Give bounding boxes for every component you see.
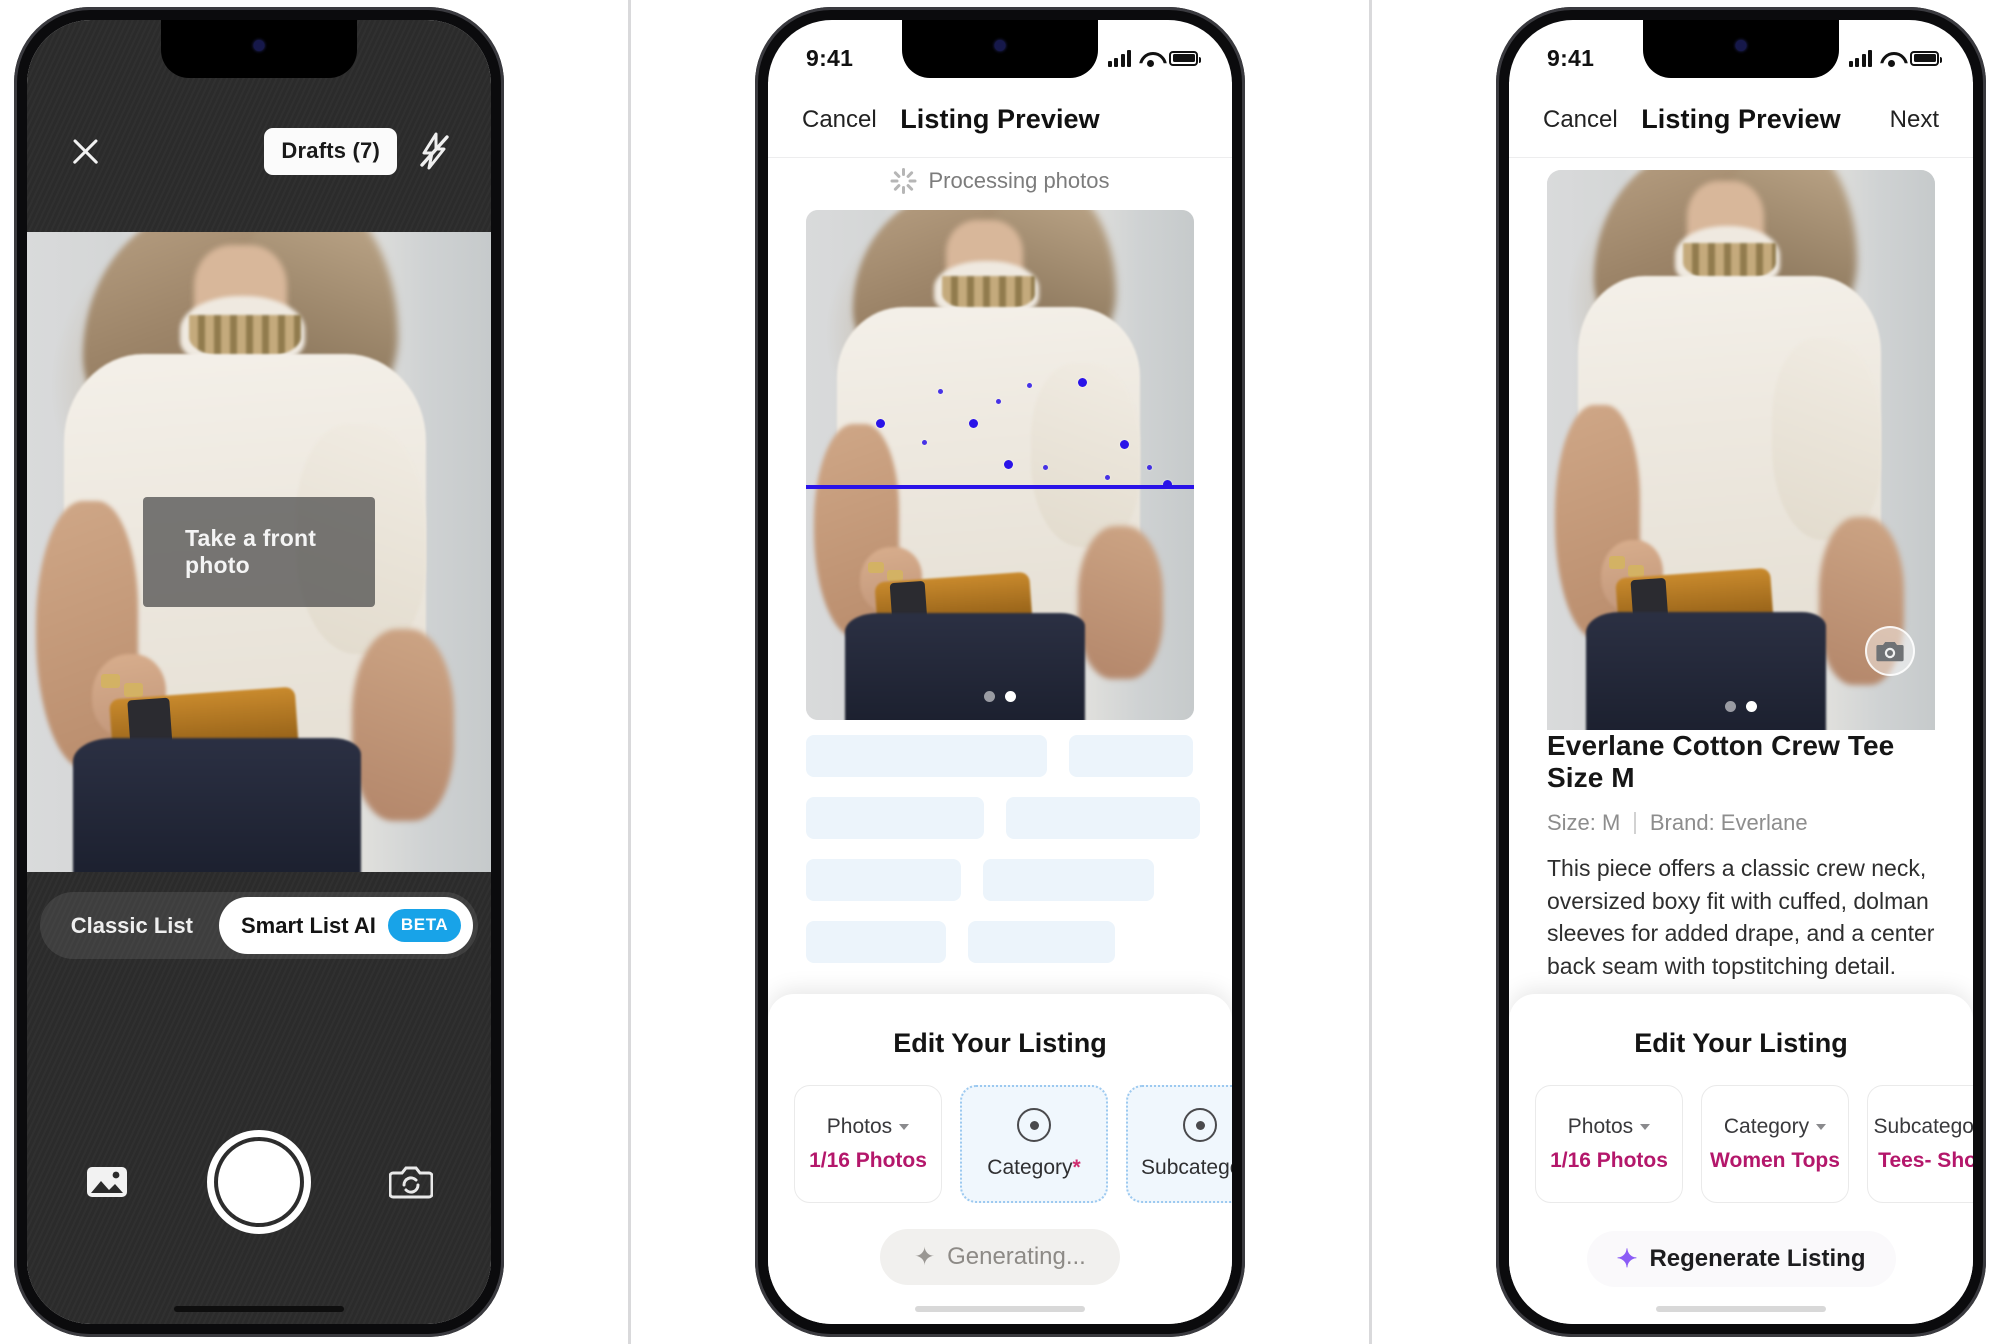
status-time: 9:41 bbox=[1547, 44, 1595, 71]
device-notch bbox=[1643, 20, 1839, 78]
nav-bar-2: Cancel Listing Preview bbox=[768, 82, 1232, 158]
flash-off-icon[interactable] bbox=[417, 132, 451, 170]
device-notch bbox=[161, 20, 357, 78]
shutter-button[interactable] bbox=[207, 1130, 311, 1234]
drafts-button[interactable]: Drafts (7) bbox=[264, 127, 397, 175]
generating-label: Generating... bbox=[947, 1243, 1086, 1270]
chip-subcategory[interactable]: Subcategory Tees- Short.. bbox=[1867, 1085, 1973, 1203]
chevron-down-icon bbox=[1816, 1123, 1827, 1130]
camera-flip-icon[interactable] bbox=[389, 1162, 433, 1202]
regenerate-listing-button[interactable]: ✦ Regenerate Listing bbox=[1585, 1229, 1898, 1289]
camera-controls bbox=[27, 1130, 491, 1234]
close-x-icon[interactable] bbox=[67, 133, 103, 169]
smart-list-ai-option[interactable]: Smart List AI BETA bbox=[218, 897, 474, 954]
home-indicator bbox=[915, 1306, 1085, 1312]
list-mode-toggle[interactable]: Classic List Smart List AI BETA bbox=[27, 892, 491, 959]
home-indicator bbox=[1656, 1306, 1826, 1312]
listing-photo bbox=[806, 210, 1194, 720]
generating-button: ✦ Generating... bbox=[880, 1229, 1120, 1285]
processing-label: Processing photos bbox=[928, 168, 1110, 193]
camera-viewfinder[interactable]: Take a front photo bbox=[27, 232, 491, 872]
camera-icon[interactable] bbox=[1865, 626, 1915, 676]
carousel-dots[interactable] bbox=[984, 691, 1016, 702]
sheet-title: Edit Your Listing bbox=[893, 1028, 1107, 1058]
panel-divider-1 bbox=[628, 0, 631, 1344]
chip-photos-label: Photos bbox=[826, 1114, 893, 1138]
chip-category-value: Women Tops bbox=[1710, 1148, 1840, 1172]
battery-icon bbox=[1169, 50, 1201, 66]
meta-divider bbox=[1634, 812, 1636, 834]
beta-badge: BETA bbox=[387, 909, 462, 942]
nav-bar-3: Cancel Listing Preview Next bbox=[1509, 82, 1973, 158]
carousel-dots[interactable] bbox=[1725, 701, 1757, 712]
sparkle-icon: ✦ bbox=[1616, 1244, 1638, 1273]
classic-list-option[interactable]: Classic List bbox=[45, 901, 219, 951]
photo-carousel-3[interactable] bbox=[1547, 170, 1935, 730]
gallery-icon[interactable] bbox=[85, 1162, 129, 1202]
chip-category[interactable]: Category* bbox=[960, 1085, 1108, 1203]
status-time: 9:41 bbox=[806, 44, 854, 71]
chip-subcategory-value: Tees- Short.. bbox=[1878, 1148, 1973, 1172]
panel-divider-2 bbox=[1369, 0, 1372, 1344]
chip-photos-value: 1/16 Photos bbox=[1550, 1148, 1668, 1172]
wifi-icon bbox=[1139, 50, 1161, 67]
listing-brand: Brand: Everlane bbox=[1649, 810, 1808, 835]
cellular-signal-icon bbox=[1107, 49, 1131, 67]
chevron-down-icon bbox=[899, 1123, 910, 1130]
sheet-title: Edit Your Listing bbox=[1634, 1028, 1848, 1058]
chip-photos[interactable]: Photos 1/16 Photos bbox=[1535, 1085, 1683, 1203]
target-icon bbox=[1183, 1108, 1217, 1142]
listing-meta: Size: M Brand: Everlane bbox=[1547, 810, 1935, 836]
attribute-chip-row[interactable]: Photos 1/16 Photos Category Women Tops S… bbox=[1509, 1085, 1973, 1203]
chip-category-label: Category bbox=[1723, 1114, 1810, 1138]
cancel-button[interactable]: Cancel bbox=[1543, 106, 1631, 134]
take-front-photo-prompt: Take a front photo bbox=[143, 497, 375, 607]
edit-listing-sheet-3: Edit Your Listing Photos 1/16 Photos Cat… bbox=[1509, 994, 1973, 1324]
listing-title: Everlane Cotton Crew Tee Size M bbox=[1547, 730, 1895, 793]
listing-size: Size: M bbox=[1547, 810, 1621, 835]
listing-description: This piece offers a classic crew neck, o… bbox=[1547, 852, 1935, 1006]
phone-2-processing: 9:41 Cancel Listing Preview Processing p… bbox=[755, 7, 1245, 1337]
battery-icon bbox=[1910, 50, 1942, 66]
next-button[interactable]: Next bbox=[1851, 106, 1939, 134]
chip-subcategory-label: Subcategory bbox=[1141, 1156, 1232, 1179]
regenerate-label: Regenerate Listing bbox=[1649, 1245, 1866, 1272]
phone-1-camera: Take a front photo Drafts (7) Classic Li… bbox=[14, 7, 504, 1337]
chip-photos-value: 1/16 Photos bbox=[809, 1148, 927, 1172]
smart-list-ai-label: Smart List AI bbox=[240, 912, 376, 938]
chevron-down-icon bbox=[1640, 1123, 1651, 1130]
photo-carousel-2[interactable] bbox=[806, 210, 1194, 720]
wifi-icon bbox=[1880, 50, 1902, 67]
page-title: Listing Preview bbox=[1641, 104, 1841, 134]
edit-listing-sheet-2: Edit Your Listing Photos 1/16 Photos Cat… bbox=[768, 994, 1232, 1324]
processing-status: Processing photos bbox=[768, 168, 1232, 194]
chip-photos-label: Photos bbox=[1567, 1114, 1634, 1138]
chip-category-label: Category bbox=[987, 1156, 1073, 1179]
loading-skeleton bbox=[806, 735, 1201, 963]
cancel-button[interactable]: Cancel bbox=[802, 106, 890, 134]
target-icon bbox=[1017, 1108, 1051, 1142]
chip-photos[interactable]: Photos 1/16 Photos bbox=[794, 1085, 942, 1203]
loading-spinner-icon bbox=[890, 168, 917, 194]
chip-category[interactable]: Category Women Tops bbox=[1701, 1085, 1849, 1203]
attribute-chip-row[interactable]: Photos 1/16 Photos Category* Subcategory bbox=[768, 1085, 1232, 1203]
sparkle-icon: ✦ bbox=[914, 1242, 936, 1271]
ai-scan-line bbox=[806, 485, 1194, 490]
cellular-signal-icon bbox=[1848, 49, 1872, 67]
phone-3-generated: 9:41 Cancel Listing Preview Next Everlan… bbox=[1496, 7, 1986, 1337]
device-notch bbox=[902, 20, 1098, 78]
chip-subcategory-label: Subcategory bbox=[1873, 1114, 1973, 1138]
page-title: Listing Preview bbox=[900, 104, 1100, 134]
camera-screen: Take a front photo Drafts (7) Classic Li… bbox=[27, 20, 491, 1324]
three-phone-showcase: Take a front photo Drafts (7) Classic Li… bbox=[0, 0, 2000, 1344]
home-indicator bbox=[174, 1306, 344, 1312]
chip-subcategory[interactable]: Subcategory bbox=[1126, 1085, 1232, 1203]
